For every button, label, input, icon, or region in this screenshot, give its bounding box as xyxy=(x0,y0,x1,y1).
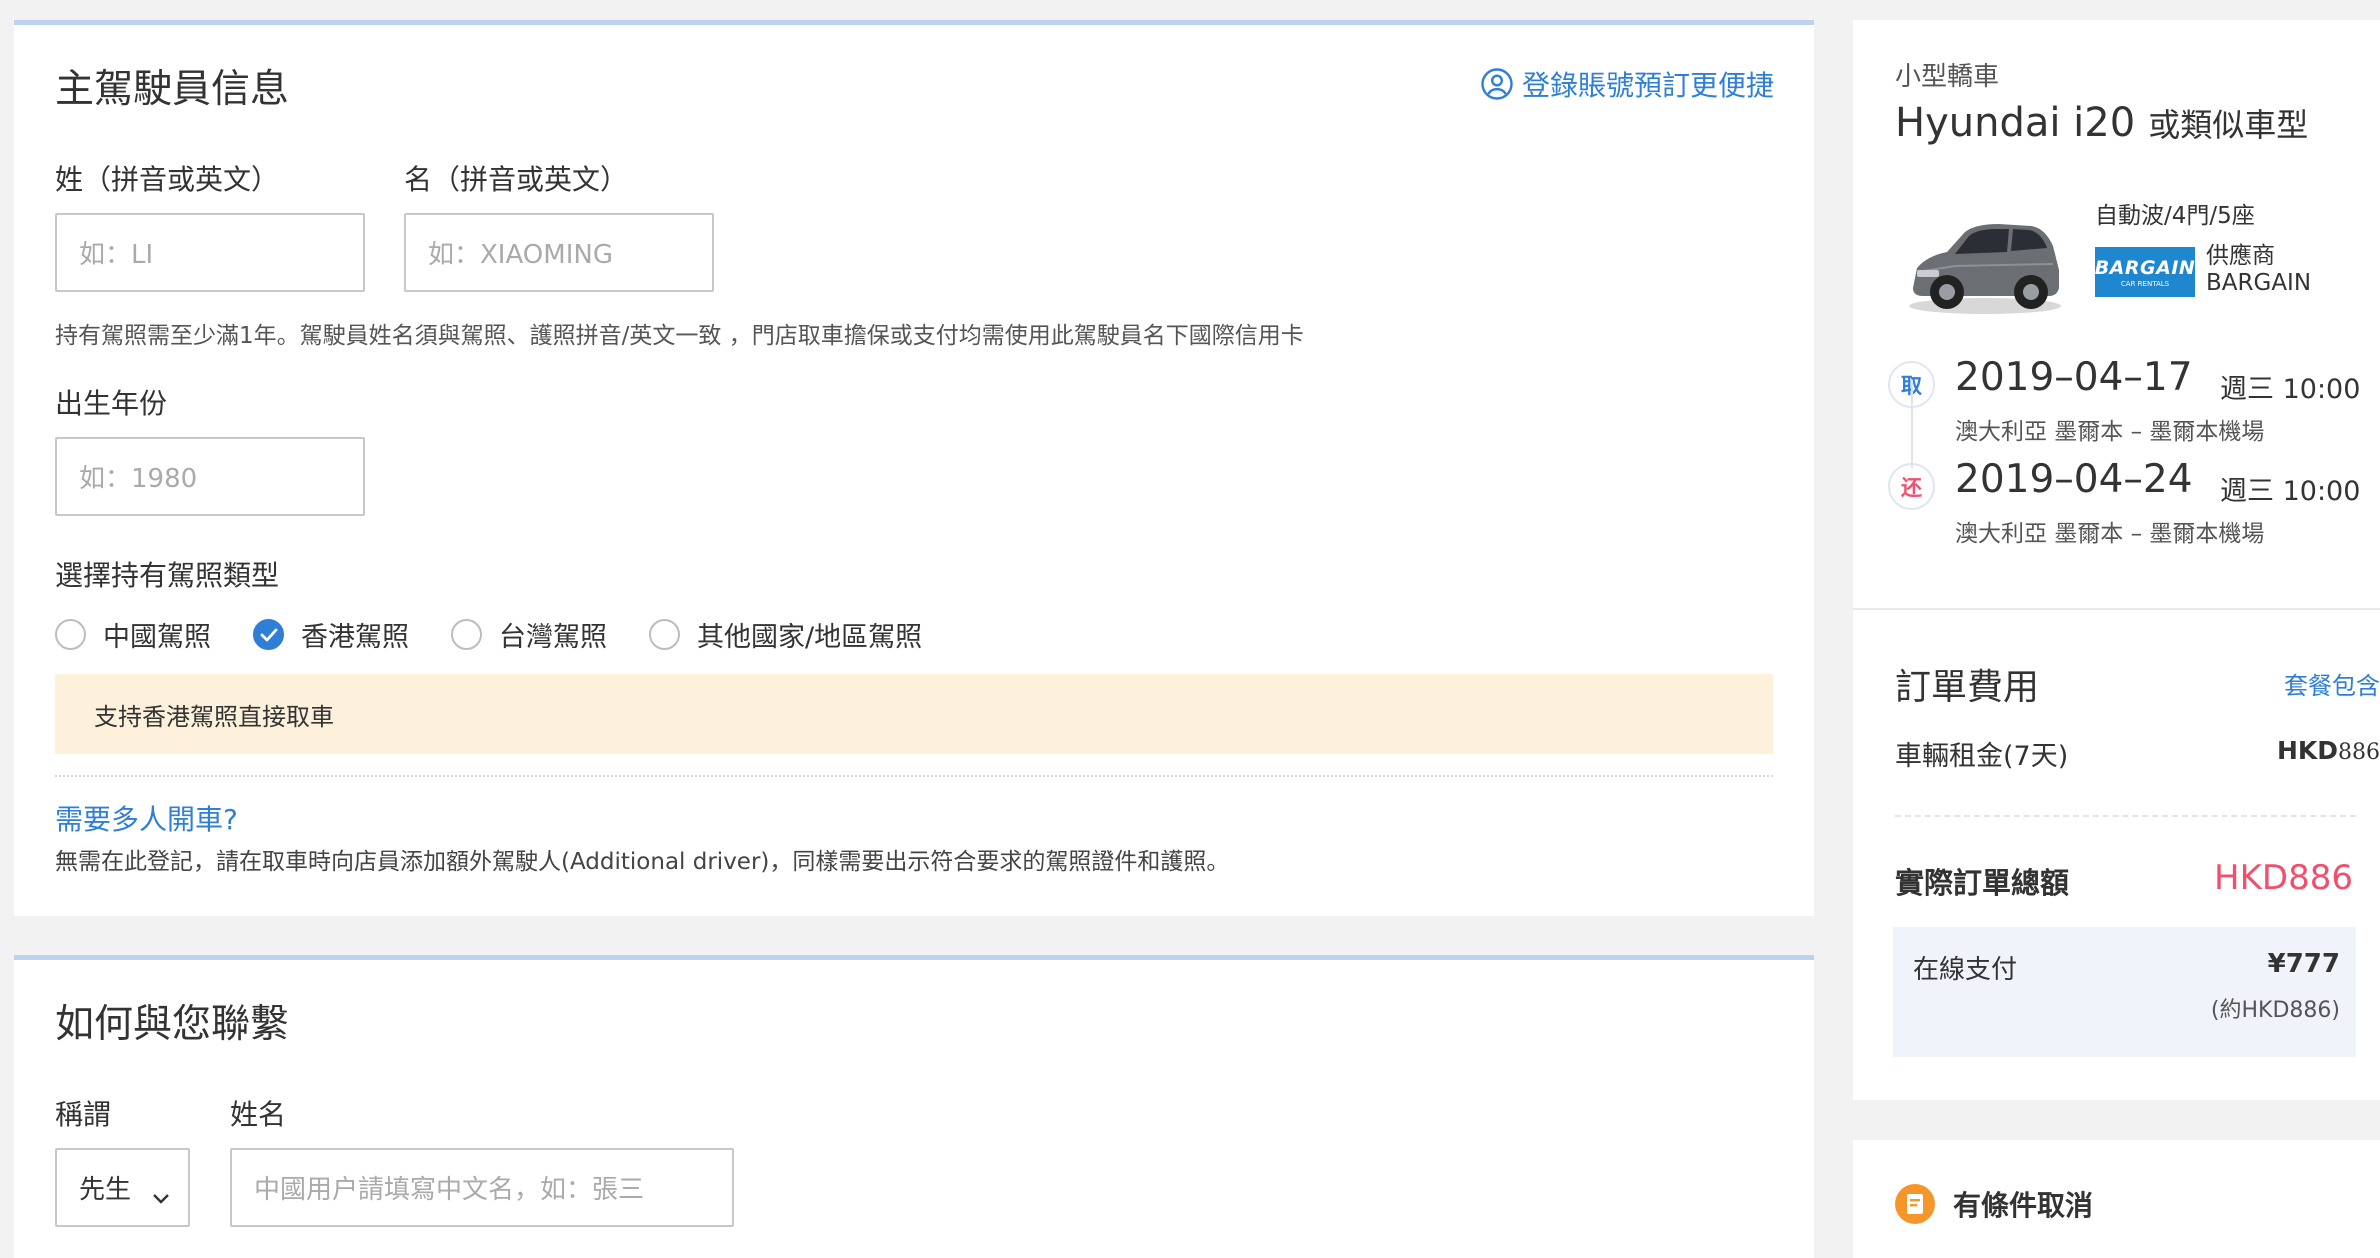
driver-info-title: 主駕駛員信息 xyxy=(55,67,290,112)
fees-dashed-divider xyxy=(1895,815,2356,817)
timeline-connector xyxy=(1911,380,1913,468)
radio-unchecked-icon[interactable] xyxy=(649,619,680,650)
dotted-divider xyxy=(55,775,1773,777)
pickup-location: 澳大利亞 墨爾本 – 墨爾本機場 xyxy=(1955,419,2265,445)
online-payment-box: 在線支付 ¥777 (約HKD886) xyxy=(1893,927,2356,1057)
license-option-china[interactable]: 中國駕照 xyxy=(55,615,211,654)
radio-unchecked-icon[interactable] xyxy=(55,619,86,650)
rental-fee-amount: 886 xyxy=(2338,740,2380,765)
document-icon xyxy=(1895,1184,1935,1224)
salutation-label: 稱謂 xyxy=(55,1098,112,1131)
radio-unchecked-icon[interactable] xyxy=(451,619,482,650)
surname-label: 姓（拼音或英文） xyxy=(55,163,280,196)
car-model: Hyundai i20 xyxy=(1895,100,2136,146)
supplier-name: BARGAIN xyxy=(2206,270,2312,296)
car-image xyxy=(1903,210,2067,318)
total-label: 實際訂單總額 xyxy=(1895,866,2070,900)
card-top-border xyxy=(14,955,1814,960)
pickup-date: 2019–04–17 xyxy=(1955,355,2193,400)
license-type-radio-group: 中國駕照 香港駕照 台灣駕照 其他國家/地區駕照 xyxy=(55,615,964,654)
login-link[interactable]: 登錄賬號預訂更便捷 xyxy=(1480,64,1774,104)
salutation-value: 先生 xyxy=(79,1175,132,1205)
pickup-weekday-time: 週三 10:00 xyxy=(2220,374,2361,405)
car-category: 小型轎車 xyxy=(1895,62,2000,92)
driver-info-card: 主駕駛員信息 登錄賬號預訂更便捷 姓（拼音或英文） 名（拼音或英文） 如：LI … xyxy=(14,20,1814,916)
contact-name-label: 姓名 xyxy=(230,1098,287,1131)
license-requirement-note: 持有駕照需至少滿1年。駕駛員姓名須與駕照、護照拼音/英文一致 ，門店取車擔保或支… xyxy=(55,323,1304,349)
birth-year-input[interactable]: 如：1980 xyxy=(55,437,365,516)
card-top-border xyxy=(14,20,1814,25)
online-payment-approx: (約HKD886) xyxy=(2210,998,2340,1023)
chevron-down-icon xyxy=(152,1182,170,1204)
radio-checked-icon[interactable] xyxy=(253,619,284,650)
cancel-policy-label: 有條件取消 xyxy=(1953,1189,2094,1222)
birth-year-label: 出生年份 xyxy=(55,387,168,420)
car-model-suffix: 或類似車型 xyxy=(2148,106,2309,144)
surname-input[interactable]: 如：LI xyxy=(55,213,365,292)
license-option-other[interactable]: 其他國家/地區駕照 xyxy=(649,615,922,654)
return-location: 澳大利亞 墨爾本 – 墨爾本機場 xyxy=(1955,521,2265,547)
given-name-label: 名（拼音或英文） xyxy=(404,163,629,196)
cancellation-card: 有條件取消 xyxy=(1853,1140,2380,1258)
rental-fee-value: HKD886 xyxy=(2277,736,2380,765)
total-value: HKD886 xyxy=(2214,858,2353,898)
order-fees-title: 訂單費用 xyxy=(1895,667,2040,708)
license-option-taiwan[interactable]: 台灣駕照 xyxy=(451,615,607,654)
login-link-text: 登錄賬號預訂更便捷 xyxy=(1522,69,1775,102)
return-date: 2019–04–24 xyxy=(1955,457,2193,502)
car-summary-card: 小型轎車 Hyundai i20 或類似車型 自動波/4門/5座 BARGAIN… xyxy=(1853,20,2380,608)
user-circle-icon xyxy=(1480,67,1514,101)
contact-name-input[interactable]: 中國用户請填寫中文名，如：張三 xyxy=(230,1148,734,1227)
rental-fee-currency: HKD xyxy=(2276,736,2338,765)
supplier-logo: BARGAIN CAR RENTALS xyxy=(2095,247,2195,297)
car-model-line: Hyundai i20 或類似車型 xyxy=(1895,100,2308,146)
contact-card: 如何與您聯繫 稱謂 姓名 先生 中國用户請填寫中文名，如：張三 xyxy=(14,955,1814,1258)
car-specs: 自動波/4門/5座 xyxy=(2095,203,2255,229)
package-includes-link[interactable]: 套餐包含 xyxy=(2284,666,2380,701)
cancel-policy-row[interactable]: 有條件取消 xyxy=(1895,1184,2093,1224)
supplier-label: 供應商 xyxy=(2206,243,2275,269)
return-badge: 还 xyxy=(1888,463,1935,510)
return-weekday-time: 週三 10:00 xyxy=(2220,476,2361,507)
multi-driver-note: 無需在此登記，請在取車時向店員添加額外駕駛人(Additional driver… xyxy=(55,849,1230,875)
supplier-logo-subtext: CAR RENTALS xyxy=(2120,279,2170,288)
multi-driver-link[interactable]: 需要多人開車? xyxy=(55,798,238,838)
license-type-label: 選擇持有駕照類型 xyxy=(55,559,280,592)
supplier-logo-text: BARGAIN xyxy=(2094,256,2196,279)
license-notice-banner: 支持香港駕照直接取車 xyxy=(55,674,1773,754)
contact-title: 如何與您聯繫 xyxy=(55,1002,290,1047)
online-payment-value: ¥777 xyxy=(2267,949,2340,979)
rental-fee-label: 車輛租金(7天) xyxy=(1895,741,2069,772)
online-payment-label: 在線支付 xyxy=(1913,955,2018,985)
given-name-input[interactable]: 如：XIAOMING xyxy=(404,213,714,292)
license-option-hongkong[interactable]: 香港駕照 xyxy=(253,615,409,654)
salutation-select[interactable]: 先生 xyxy=(55,1148,190,1227)
